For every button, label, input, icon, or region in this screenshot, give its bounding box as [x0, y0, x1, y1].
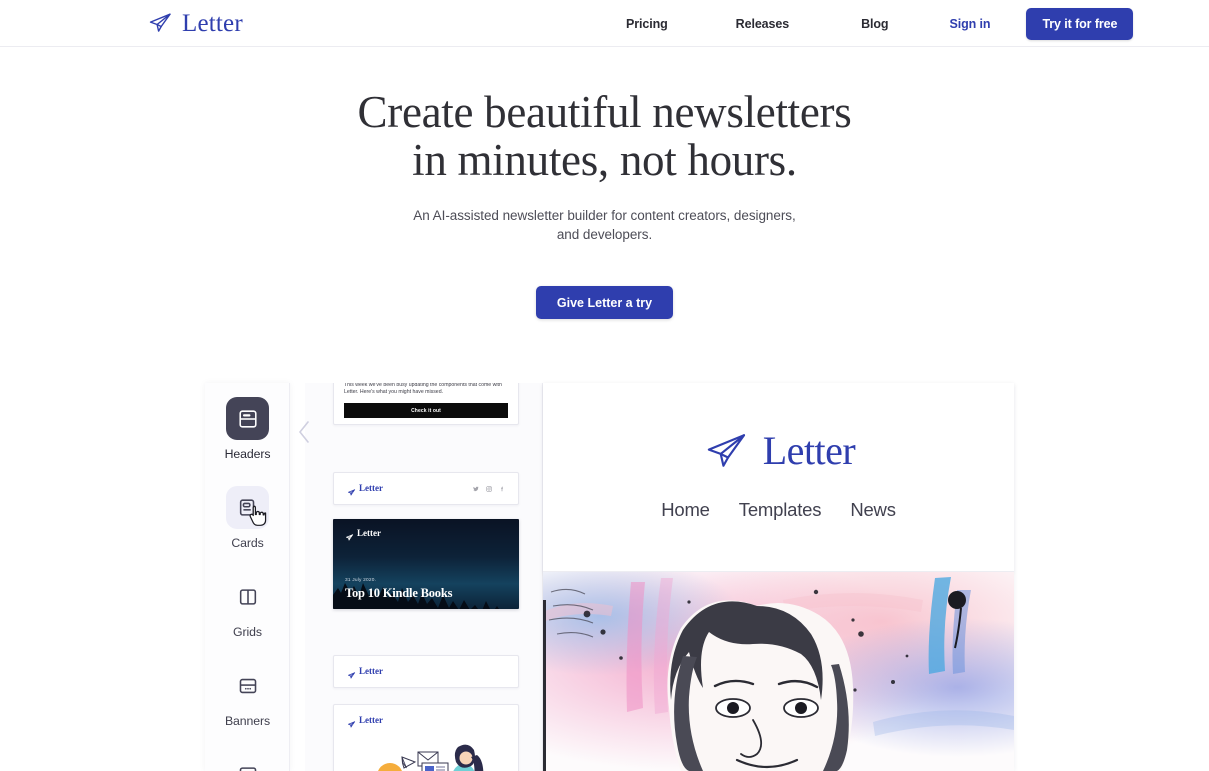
mini-brand-logo: Letter [345, 528, 381, 541]
list-item-logo-illustration[interactable]: Letter [333, 704, 519, 771]
paper-plane-icon [702, 427, 750, 475]
twitter-icon[interactable] [473, 486, 479, 492]
mini-brand-logo: Letter [347, 666, 505, 679]
mini-brand-name: Letter [357, 528, 381, 538]
facebook-icon[interactable] [499, 486, 505, 492]
page-title: Create beautiful newsletters in minutes,… [0, 88, 1209, 184]
nav-link-signin[interactable]: Sign in [949, 17, 990, 31]
pine-trees-silhouette [333, 583, 503, 609]
sidebar-item-grids[interactable]: Grids [205, 575, 290, 639]
hero-cta-wrap: Give Letter a try [0, 286, 1209, 319]
app-mockup: Headers Cards Grids Banners This week we… [0, 383, 1209, 771]
newsletter-preview-panel[interactable]: Letter Home Templates News [543, 383, 1014, 771]
sidebar-item-label-headers: Headers [224, 447, 271, 461]
chevron-left-icon [299, 421, 309, 443]
banner-block-icon [226, 664, 269, 707]
brand-name: Letter [182, 9, 243, 37]
list-item-hero-dark[interactable]: Letter 31 July 2020. Top 10 Kindle Books [333, 519, 519, 609]
sidebar-item-banners[interactable]: Banners [205, 664, 290, 728]
sidebar-item-label-banners: Banners [224, 714, 271, 728]
social-icons-row [473, 485, 505, 492]
check-it-out-button[interactable]: Check it out [344, 403, 508, 419]
paper-plane-icon [347, 484, 356, 496]
preview-nav-home[interactable]: Home [661, 499, 710, 521]
paper-plane-icon [347, 716, 356, 728]
brand-logo[interactable]: Letter [146, 9, 243, 37]
card-date: 31 July 2020. [345, 578, 377, 583]
landing-page: Letter Pricing Releases Blog Sign in Try… [0, 0, 1209, 771]
component-list-panel[interactable]: This week we've been busy updating the c… [305, 383, 543, 771]
navbar-links: Pricing Releases Blog Sign in Try it for… [626, 0, 1134, 47]
hero-section: Create beautiful newsletters in minutes,… [0, 47, 1209, 319]
hero-subtitle: An AI-assisted newsletter builder for co… [0, 206, 1209, 244]
nav-link-pricing[interactable]: Pricing [626, 17, 668, 31]
mini-brand-logo: Letter [347, 483, 383, 496]
instagram-icon[interactable] [486, 485, 492, 492]
sidebar-item-footers[interactable] [205, 753, 290, 771]
sidebar-item-headers[interactable]: Headers [205, 397, 290, 461]
mini-brand-name: Letter [359, 715, 383, 725]
hero-title-line2: in minutes, not hours. [412, 135, 797, 185]
top-navbar: Letter Pricing Releases Blog Sign in Try… [0, 0, 1209, 47]
hero-subtitle-line1: An AI-assisted newsletter builder for co… [413, 208, 796, 223]
paper-plane-icon [345, 529, 354, 541]
preview-nav-news[interactable]: News [850, 499, 896, 521]
newsletter-person-illustration [378, 744, 484, 771]
preview-nav: Home Templates News [661, 499, 896, 521]
nav-link-releases[interactable]: Releases [736, 17, 790, 31]
preview-header: Letter Home Templates News [543, 383, 1014, 572]
list-item-logo-socials[interactable]: Letter [333, 472, 519, 505]
list-card-text: This week we've been busy updating the c… [344, 383, 502, 396]
sidebar-item-label-cards: Cards [231, 536, 264, 550]
sidebar-item-cards[interactable]: Cards [205, 486, 290, 550]
preview-brand-logo: Letter [702, 427, 856, 475]
preview-artwork [543, 572, 1014, 771]
hero-title-line1: Create beautiful newsletters [357, 87, 852, 137]
nav-link-blog[interactable]: Blog [861, 17, 888, 31]
footer-block-icon [226, 753, 269, 771]
header-block-icon [226, 397, 269, 440]
hand-pointer-cursor [249, 505, 267, 526]
list-item-text-cta[interactable]: This week we've been busy updating the c… [333, 383, 519, 425]
give-letter-a-try-button[interactable]: Give Letter a try [535, 286, 674, 319]
sidebar-collapse-handle[interactable] [296, 417, 312, 447]
mini-brand-logo: Letter [347, 715, 505, 728]
grid-columns-icon [226, 575, 269, 618]
hero-subtitle-line2: and developers. [556, 227, 653, 242]
mini-brand-name: Letter [359, 483, 383, 493]
paper-plane-icon [146, 9, 174, 37]
paper-plane-icon [347, 667, 356, 679]
mockup-sidebar: Headers Cards Grids Banners [205, 383, 290, 771]
card-title: Top 10 Kindle Books [345, 586, 453, 600]
try-it-for-free-button[interactable]: Try it for free [1026, 7, 1134, 40]
list-item-logo-only[interactable]: Letter [333, 655, 519, 688]
card-block-icon [226, 486, 269, 529]
preview-nav-templates[interactable]: Templates [739, 499, 822, 521]
sidebar-item-label-grids: Grids [233, 625, 262, 639]
watercolor-ink-portrait [543, 572, 1014, 771]
mini-brand-name: Letter [359, 666, 383, 676]
preview-brand-name: Letter [762, 428, 856, 473]
